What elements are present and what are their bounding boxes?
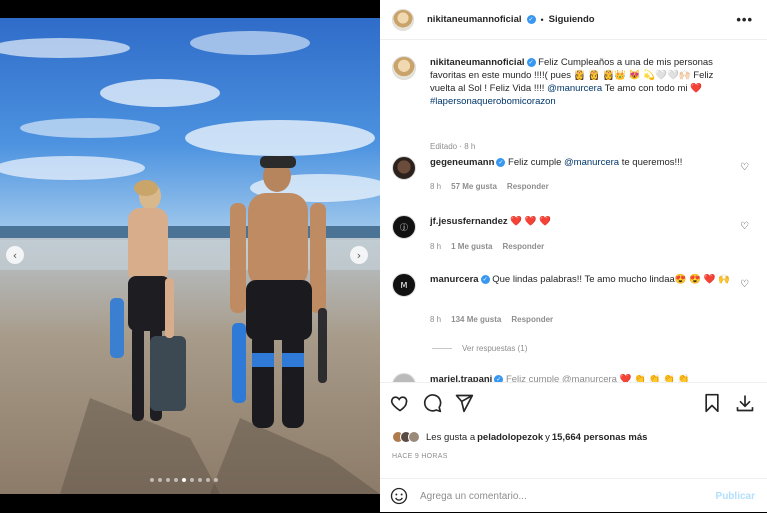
comment-body: gegeneumann ✓ Feliz cumple @manurcera te … <box>430 156 740 169</box>
author-username[interactable]: nikitaneumannoficial <box>427 14 522 25</box>
comment-like-icon[interactable]: ♡ <box>740 221 749 232</box>
comment-item: M manurcera ✓ Que lindas palabras!! Te am… <box>392 273 757 353</box>
commenter-avatar[interactable]: ⓙ <box>392 215 416 239</box>
action-icons-right <box>703 393 755 413</box>
replies-divider <box>432 348 452 349</box>
comment-text: ❤️ ❤️ ❤️ <box>510 216 552 227</box>
comment-username[interactable]: mariel.trapani <box>430 374 492 382</box>
carousel-dot <box>166 478 170 482</box>
post-photo[interactable] <box>0 18 380 494</box>
view-replies-label[interactable]: Ver respuestas (1) <box>462 344 527 353</box>
comment-likes[interactable]: 1 Me gusta <box>451 242 492 251</box>
instagram-post-modal: ‹ › nikitaneumannoficial ✓ • Siguiendo •… <box>0 0 767 512</box>
comment-likes[interactable]: 57 Me gusta <box>451 182 497 191</box>
comment-reply-button[interactable]: Responder <box>511 315 553 324</box>
caption-edited-time: Editado · 8 h <box>430 142 476 151</box>
comment-meta: 8 h 134 Me gusta Responder <box>430 315 553 324</box>
comment-item: gegeneumann ✓ Feliz cumple @manurcera te … <box>392 156 757 206</box>
verified-badge-icon: ✓ <box>526 57 536 67</box>
heart-icon[interactable] <box>390 393 410 413</box>
comment-like-icon[interactable]: ♡ <box>740 162 749 173</box>
verified-badge-icon: ✓ <box>526 15 536 24</box>
comment-time: 8 h <box>430 315 442 324</box>
verified-badge-icon: ✓ <box>496 157 506 167</box>
comment-time: 8 h <box>430 242 442 251</box>
carousel-dot <box>214 478 218 482</box>
author-avatar[interactable] <box>392 8 414 31</box>
comment-item: mariel.trapani ✓ Feliz cumple @manurcera … <box>392 373 757 382</box>
verified-badge-icon: ✓ <box>494 374 504 382</box>
comment-body: manurcera ✓ Que lindas palabras!! Te amo … <box>430 273 740 286</box>
caption-meta: Editado · 8 h <box>430 142 475 151</box>
post-time-ago[interactable]: HACE 9 HORAS <box>392 453 448 460</box>
post-side-panel: nikitaneumannoficial ✓ • Siguiendo ••• n… <box>380 0 767 512</box>
verified-badge-icon: ✓ <box>480 274 490 284</box>
carousel-prev-button[interactable]: ‹ <box>6 246 24 264</box>
caption-hashtag[interactable]: #lapersonaquerobomicorazon <box>430 96 556 107</box>
following-button[interactable]: Siguiendo <box>549 14 595 25</box>
comments-list[interactable]: nikitaneumannoficial ✓ Feliz Cumpleaños a… <box>380 40 767 382</box>
liker-avatars <box>392 431 420 443</box>
post-header: nikitaneumannoficial ✓ • Siguiendo ••• <box>380 0 767 40</box>
comment-likes[interactable]: 134 Me gusta <box>451 315 501 324</box>
others-count[interactable]: 15,664 personas más <box>552 432 648 443</box>
comment-meta: 8 h 1 Me gusta Responder <box>430 242 544 251</box>
carousel-next-button[interactable]: › <box>350 246 368 264</box>
caption-author-avatar[interactable] <box>392 56 416 80</box>
comment-like-icon[interactable]: ♡ <box>740 279 749 290</box>
carousel-dot <box>190 478 194 482</box>
commenter-avatar[interactable]: M <box>392 273 416 297</box>
view-replies-button[interactable]: Ver respuestas (1) <box>432 344 527 353</box>
comment-username[interactable]: jf.jesusfernandez <box>430 216 508 227</box>
commenter-avatar[interactable] <box>392 156 416 180</box>
comment-text: Feliz cumple <box>508 157 565 168</box>
bookmark-icon[interactable] <box>703 393 721 413</box>
comment-meta: 8 h 57 Me gusta Responder <box>430 182 549 191</box>
carousel-dots <box>150 478 218 482</box>
carousel-dot <box>174 478 178 482</box>
download-icon[interactable] <box>735 393 755 413</box>
add-comment-bar: Publicar <box>380 478 767 513</box>
liked-by-user[interactable]: peladolopezok <box>477 432 543 443</box>
caption-text-2: Te amo con todo mi <box>602 83 691 94</box>
comment-text-after: te queremos!!! <box>619 157 683 168</box>
header-separator: • <box>540 14 544 25</box>
likes-summary: Les gusta a peladolopezok y 15,664 perso… <box>392 431 647 443</box>
comment-text: Feliz cumple @manurcera ❤️ 👏 👏 👏 👏 <box>505 374 690 382</box>
bottom-letterbox <box>0 494 380 512</box>
post-caption: nikitaneumannoficial ✓ Feliz Cumpleaños a… <box>392 56 757 156</box>
comment-reply-button[interactable]: Responder <box>502 242 544 251</box>
paper-plane-icon[interactable] <box>454 393 474 413</box>
comment-item: ⓙ jf.jesusfernandez ❤️ ❤️ ❤️ ♡ 8 h 1 Me … <box>392 215 757 265</box>
comment-reply-button[interactable]: Responder <box>507 182 549 191</box>
liked-by-suffix: y <box>545 431 550 443</box>
comment-body: jf.jesusfernandez ❤️ ❤️ ❤️ <box>430 215 740 228</box>
comment-text: Que lindas palabras!! Te amo mucho linda… <box>492 274 731 285</box>
comment-time: 8 h <box>430 182 442 191</box>
carousel-dot <box>182 478 186 482</box>
carousel-dot <box>206 478 210 482</box>
caption-body: nikitaneumannoficial ✓ Feliz Cumpleaños a… <box>430 56 740 108</box>
comment-icon[interactable] <box>422 393 442 413</box>
carousel-dot <box>198 478 202 482</box>
carousel-dot <box>150 478 154 482</box>
comment-username[interactable]: manurcera <box>430 274 479 285</box>
caption-username[interactable]: nikitaneumannoficial <box>430 57 525 68</box>
comment-mention[interactable]: @manurcera <box>564 157 619 168</box>
action-icons-left <box>390 393 474 413</box>
publish-button[interactable]: Publicar <box>716 491 755 502</box>
beach-couple-photo <box>0 18 380 494</box>
comment-body: mariel.trapani ✓ Feliz cumple @manurcera … <box>430 373 740 382</box>
caption-mention[interactable]: @manurcera <box>547 83 602 94</box>
comment-username[interactable]: gegeneumann <box>430 157 494 168</box>
smiley-icon[interactable] <box>390 487 408 505</box>
commenter-avatar[interactable] <box>392 373 416 382</box>
liked-by-prefix: Les gusta a <box>426 431 476 443</box>
caption-heart: ❤️ <box>690 83 702 94</box>
more-dots-icon[interactable]: ••• <box>736 12 753 27</box>
comment-input[interactable] <box>420 490 690 502</box>
post-actions: Les gusta a peladolopezok y 15,664 perso… <box>380 382 767 512</box>
carousel-dot <box>158 478 162 482</box>
